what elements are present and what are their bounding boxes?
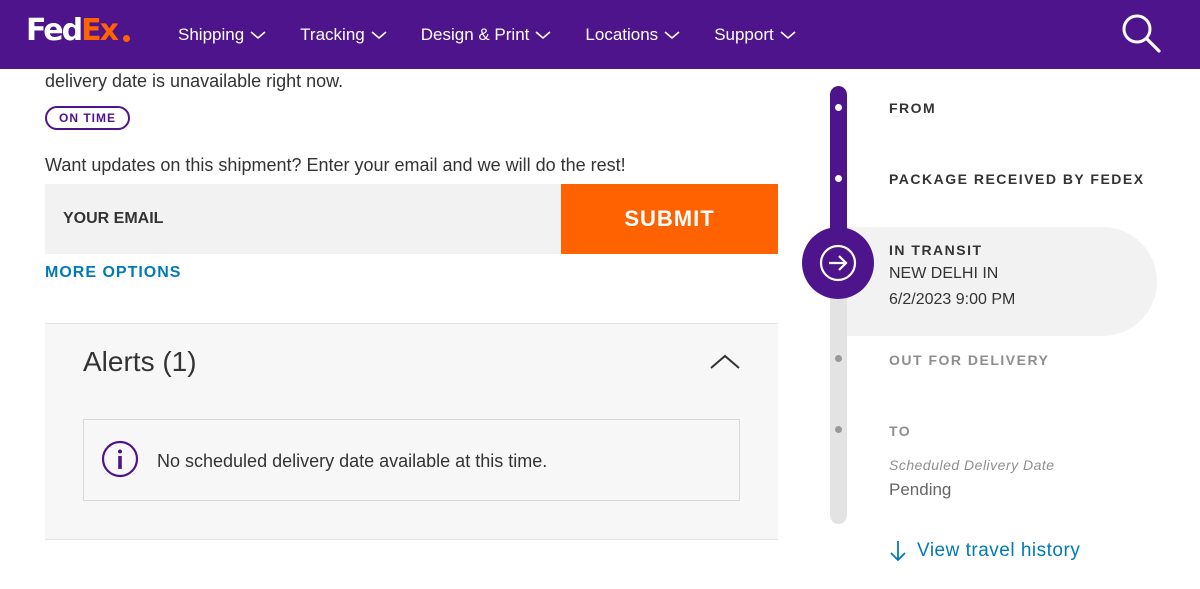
step-in-transit-label: IN TRANSIT xyxy=(889,242,983,258)
step-received-label: PACKAGE RECEIVED BY FEDEX xyxy=(889,171,1145,187)
email-field[interactable] xyxy=(45,184,561,254)
chevron-down-icon xyxy=(780,30,796,39)
nav-tracking[interactable]: Tracking xyxy=(300,25,387,45)
search-icon[interactable] xyxy=(1120,12,1162,54)
step-dot-out-for-delivery xyxy=(835,355,842,362)
nav-design-print[interactable]: Design & Print xyxy=(421,25,552,45)
step-dot-to xyxy=(835,426,842,433)
logo-dot xyxy=(123,35,130,42)
step-dot-received xyxy=(835,175,842,182)
alert-item: No scheduled delivery date available at … xyxy=(83,419,740,501)
updates-prompt: Want updates on this shipment? Enter you… xyxy=(45,155,626,175)
arrow-right-circle-icon xyxy=(819,244,857,282)
nav-locations[interactable]: Locations xyxy=(585,25,680,45)
nav-tracking-label: Tracking xyxy=(300,24,365,44)
info-icon xyxy=(101,440,139,478)
alert-text: No scheduled delivery date available at … xyxy=(157,451,548,471)
alerts-title: Alerts (1) xyxy=(83,346,197,377)
step-out-for-delivery-label: OUT FOR DELIVERY xyxy=(889,352,1050,368)
nav-support[interactable]: Support xyxy=(714,25,796,45)
scheduled-delivery-value: Pending xyxy=(889,480,952,499)
delivery-date-note: delivery date is unavailable right now. xyxy=(45,71,344,91)
view-travel-history-label: View travel history xyxy=(917,540,1081,561)
nav-design-print-label: Design & Print xyxy=(420,24,530,44)
logo-ex: Ex xyxy=(81,13,119,48)
more-options-link[interactable]: MORE OPTIONS xyxy=(45,264,181,282)
step-in-transit-datetime: 6/2/2023 9:00 PM xyxy=(889,291,1016,308)
step-in-transit-location: NEW DELHI IN xyxy=(889,265,999,282)
fedex-logo[interactable]: FedEx xyxy=(26,13,130,48)
logo-fed: Fed xyxy=(26,13,83,48)
in-transit-marker xyxy=(802,227,874,299)
view-travel-history-link[interactable]: View travel history xyxy=(889,540,1080,562)
scheduled-delivery-label: Scheduled Delivery Date xyxy=(889,457,1055,473)
status-badge: ON TIME xyxy=(45,106,130,130)
arrow-down-icon xyxy=(890,541,906,562)
site-header: FedEx Shipping Tracking Design & Print L… xyxy=(0,0,1200,69)
chevron-down-icon xyxy=(250,30,266,39)
chevron-down-icon xyxy=(535,30,551,39)
submit-button[interactable]: SUBMIT xyxy=(561,184,778,254)
chevron-down-icon xyxy=(371,30,387,39)
step-to-label: TO xyxy=(889,423,912,439)
step-from-label: FROM xyxy=(889,100,937,116)
nav-locations-label: Locations xyxy=(585,24,659,44)
chevron-up-icon[interactable] xyxy=(709,350,741,374)
chevron-down-icon xyxy=(664,30,680,39)
nav-shipping-label: Shipping xyxy=(178,24,245,44)
nav-support-label: Support xyxy=(714,24,774,44)
main-nav: Shipping Tracking Design & Print Locatio… xyxy=(178,0,830,69)
step-dot-from xyxy=(835,104,842,111)
progress-track xyxy=(830,86,847,524)
alerts-panel: Alerts (1) No scheduled delivery date av… xyxy=(45,323,778,540)
nav-shipping[interactable]: Shipping xyxy=(178,25,266,45)
